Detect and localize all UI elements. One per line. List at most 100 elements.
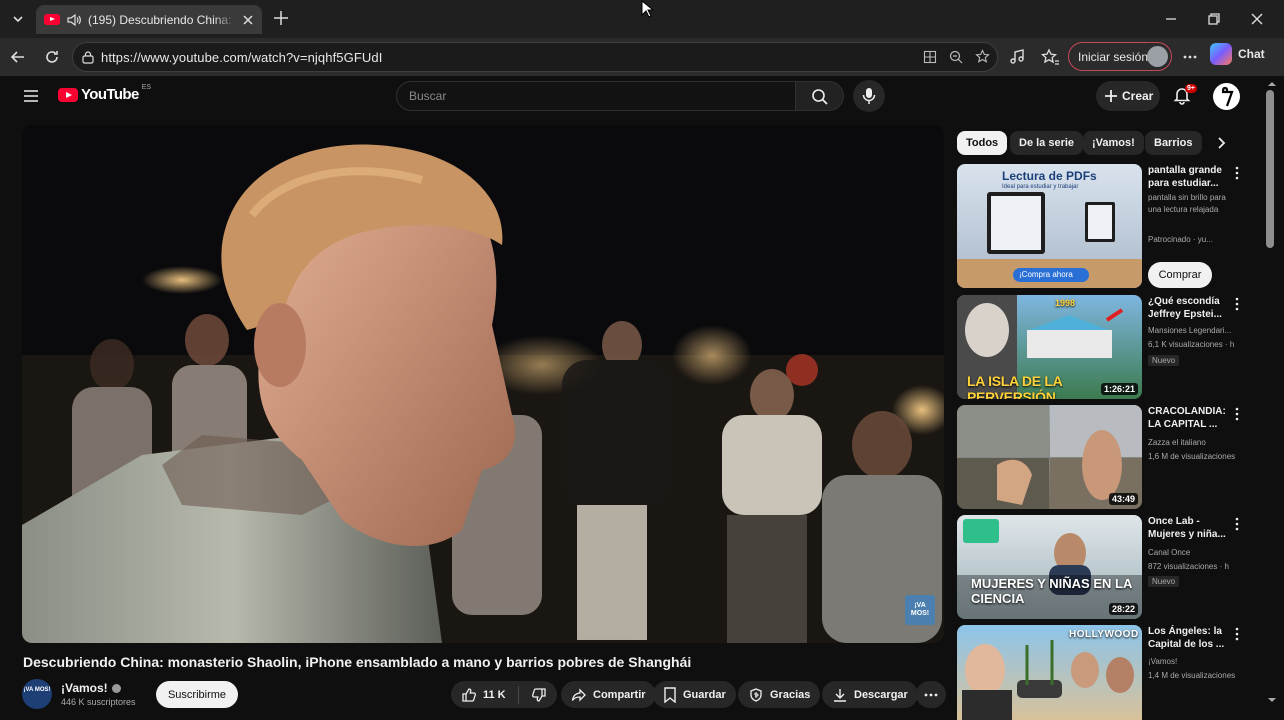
- favorites-icon[interactable]: [1040, 47, 1060, 67]
- channel-watermark[interactable]: ¡VA MOS!: [905, 595, 935, 625]
- related-video-card[interactable]: 1998 LA ISLA DE LA PERVERSIÓN 1:26:21 ¿Q…: [957, 295, 1257, 399]
- related-title[interactable]: Los Ángeles: la Capital de los ...: [1148, 625, 1228, 651]
- channel-avatar[interactable]: ¡VA MOS!: [22, 679, 52, 709]
- related-ad-card[interactable]: Lectura de PDFs Ideal para estudiar y tr…: [957, 164, 1257, 290]
- related-title[interactable]: ¿Qué escondía Jeffrey Epstei...: [1148, 295, 1228, 321]
- dislike-button[interactable]: [531, 687, 547, 703]
- thumbs-up-icon: [461, 687, 477, 703]
- related-video-card[interactable]: 43:49 CRACOLANDIA: LA CAPITAL ... Zazza …: [957, 405, 1257, 509]
- back-arrow-icon[interactable]: [8, 47, 28, 67]
- youtube-masthead: YouTube ES Buscar Crear 9+: [0, 76, 1260, 118]
- related-video-card[interactable]: HOLLYWOOD Los Ángeles: la Capital de los…: [957, 625, 1257, 720]
- reload-icon[interactable]: [42, 47, 62, 67]
- hamburger-menu-icon[interactable]: [22, 87, 40, 105]
- related-views: 1,6 M de visualizaciones: [1148, 452, 1236, 461]
- chip-barrios[interactable]: Barrios: [1145, 131, 1202, 155]
- create-button[interactable]: Crear: [1096, 81, 1160, 111]
- verified-check-icon: [111, 683, 121, 693]
- app-available-icon[interactable]: [923, 50, 937, 64]
- thanks-button[interactable]: Gracias: [738, 681, 821, 708]
- chips-next-chevron-icon[interactable]: [1214, 135, 1228, 151]
- youtube-logo[interactable]: YouTube ES: [58, 84, 152, 103]
- zoom-icon[interactable]: [949, 50, 963, 64]
- site-info-icon[interactable]: [81, 50, 95, 64]
- kebab-menu-icon[interactable]: [1233, 407, 1241, 421]
- like-button[interactable]: 11 K: [461, 687, 506, 703]
- thanks-label: Gracias: [770, 688, 811, 701]
- scroll-up-arrow-icon[interactable]: [1267, 80, 1277, 88]
- save-label: Guardar: [683, 688, 726, 701]
- related-video-card[interactable]: MUJERES Y NIÑAS EN LA CIENCIA 28:22 Once…: [957, 515, 1257, 619]
- subscribe-button[interactable]: Suscribirme: [156, 681, 238, 708]
- new-tab-plus-icon[interactable]: [272, 9, 290, 27]
- related-title[interactable]: CRACOLANDIA: LA CAPITAL ...: [1148, 405, 1228, 431]
- kebab-menu-icon[interactable]: [1233, 166, 1241, 180]
- ad-thumbnail[interactable]: Lectura de PDFs Ideal para estudiar y tr…: [957, 164, 1142, 288]
- related-channel[interactable]: Mansiones Legendari...: [1148, 325, 1244, 337]
- video-player[interactable]: ¡VA MOS!: [22, 125, 944, 643]
- tab-list-chevron-icon[interactable]: [8, 9, 28, 29]
- copilot-chat-button[interactable]: Chat: [1210, 43, 1265, 65]
- close-window-icon[interactable]: [1248, 10, 1266, 28]
- related-thumbnail[interactable]: 43:49: [957, 405, 1142, 509]
- account-avatar[interactable]: [1213, 83, 1240, 110]
- ad-thumb-cta: ¡Compra ahora: [1019, 270, 1073, 279]
- kebab-menu-icon[interactable]: [1233, 627, 1241, 641]
- audio-playing-icon[interactable]: [66, 12, 82, 28]
- logo-country-code: ES: [141, 84, 152, 91]
- tab-close-icon[interactable]: [242, 14, 254, 26]
- browser-tab-strip: (195) Descubriendo China: monasterio Sha…: [0, 0, 1284, 38]
- signin-button[interactable]: Iniciar sesión: [1068, 42, 1172, 71]
- search-button[interactable]: [796, 81, 844, 111]
- new-badge: Nuevo: [1148, 576, 1180, 587]
- related-channel[interactable]: ¡Vamos!: [1148, 656, 1244, 668]
- scroll-down-arrow-icon[interactable]: [1267, 696, 1277, 704]
- chat-label: Chat: [1238, 47, 1265, 61]
- chip-de-la-serie[interactable]: De la serie: [1010, 131, 1084, 155]
- kebab-menu-icon[interactable]: [1233, 517, 1241, 531]
- save-button[interactable]: Guardar: [653, 681, 736, 708]
- subscriber-count: 446 K suscriptores: [61, 697, 136, 707]
- music-extension-icon[interactable]: [1007, 47, 1027, 67]
- related-title[interactable]: pantalla grande para estudiar...: [1148, 164, 1228, 190]
- share-label: Compartir: [593, 688, 646, 701]
- address-bar[interactable]: https://www.youtube.com/watch?v=njqhf5GF…: [72, 42, 998, 72]
- video-duration: 43:49: [1108, 493, 1138, 505]
- notifications-count-badge: 9+: [1185, 84, 1197, 93]
- related-thumbnail[interactable]: MUJERES Y NIÑAS EN LA CIENCIA 28:22: [957, 515, 1142, 619]
- mouse-cursor-icon: [641, 0, 653, 18]
- minimize-window-icon[interactable]: [1162, 10, 1180, 28]
- more-actions-button[interactable]: [916, 681, 946, 708]
- chip-todos[interactable]: Todos: [957, 131, 1008, 155]
- super-thanks-icon: [748, 687, 764, 703]
- like-divider: [517, 685, 519, 704]
- share-button[interactable]: Compartir: [561, 681, 656, 708]
- plus-icon: [1104, 89, 1118, 103]
- favorite-star-icon[interactable]: [975, 49, 990, 64]
- microphone-icon: [861, 87, 877, 105]
- scrollbar-thumb[interactable]: [1266, 90, 1274, 248]
- download-button[interactable]: Descargar: [822, 681, 918, 708]
- related-views: 1,4 M de visualizaciones: [1148, 671, 1236, 680]
- download-icon: [832, 687, 848, 703]
- related-title[interactable]: Once Lab - Mujeres y niña...: [1148, 515, 1228, 541]
- ad-buy-button[interactable]: Comprar: [1148, 262, 1212, 288]
- video-title: Descubriendo China: monasterio Shaolin, …: [23, 654, 692, 670]
- kebab-menu-icon[interactable]: [1233, 297, 1241, 311]
- browser-tab-active[interactable]: (195) Descubriendo China: monasterio Sha…: [36, 5, 262, 34]
- channel-name-row[interactable]: ¡Vamos!: [61, 681, 121, 695]
- related-thumbnail[interactable]: 1998 LA ISLA DE LA PERVERSIÓN 1:26:21: [957, 295, 1142, 399]
- related-channel[interactable]: Canal Once: [1148, 547, 1244, 559]
- search-input[interactable]: Buscar: [396, 81, 796, 111]
- voice-search-button[interactable]: [853, 80, 885, 112]
- tab-title: (195) Descubriendo China: monasterio Sha…: [88, 12, 236, 27]
- channel-name[interactable]: ¡Vamos!: [61, 681, 108, 695]
- create-label: Crear: [1122, 89, 1154, 103]
- related-thumbnail[interactable]: HOLLYWOOD: [957, 625, 1142, 720]
- more-options-icon[interactable]: [1180, 47, 1200, 67]
- chip-vamos[interactable]: ¡Vamos!: [1083, 131, 1144, 155]
- url-text[interactable]: https://www.youtube.com/watch?v=njqhf5GF…: [101, 50, 382, 65]
- youtube-favicon-icon: [44, 14, 60, 25]
- restore-window-icon[interactable]: [1205, 10, 1223, 28]
- related-channel[interactable]: Zazza el italiano: [1148, 437, 1244, 449]
